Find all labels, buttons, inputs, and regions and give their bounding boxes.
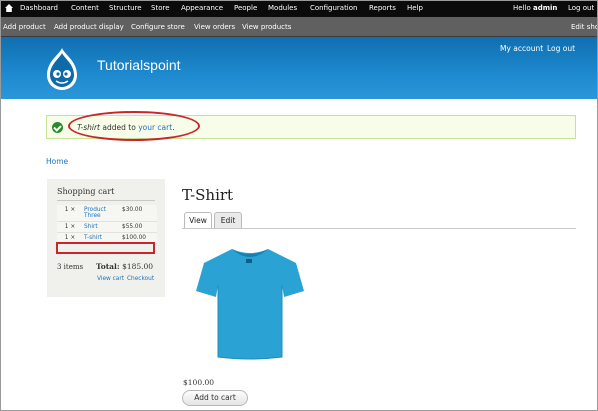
product-price: $100.00 [183,378,215,387]
site-header: Tutorialspoint My account Log out [0,37,598,99]
menu-reports[interactable]: Reports [369,4,396,12]
cart-price: $55.00 [121,221,157,233]
site-name[interactable]: Tutorialspoint [97,57,181,73]
cart-total-value: $185.00 [122,262,154,271]
shopping-cart-block: Shopping cart 1 × Product Three $30.00 1 … [47,179,165,297]
cart-row: 1 × Product Three $30.00 [57,205,157,222]
cart-qty: 1 × [57,205,83,222]
drupal-logo-icon[interactable] [44,47,80,91]
cart-item-link[interactable]: Shirt [83,221,121,233]
shortcut-add-product-display[interactable]: Add product display [54,23,124,31]
breadcrumb-home[interactable]: Home [46,157,68,166]
menu-modules[interactable]: Modules [268,4,297,12]
menu-help[interactable]: Help [407,4,423,12]
toolbar-logout-link[interactable]: Log out [568,4,594,12]
page-title: T-Shirt [182,186,234,204]
header-logout-link[interactable]: Log out [547,44,575,53]
shortcut-add-product[interactable]: Add product [3,23,46,31]
checkout-link[interactable]: Checkout [127,276,154,282]
shortcuts-bar: Add product Add product display Configur… [0,17,598,37]
cart-price: $30.00 [121,205,157,222]
cart-table: 1 × Product Three $30.00 1 × Shirt $55.00… [57,205,157,244]
divider [57,200,155,201]
highlight-box [56,242,155,254]
cart-total: Total: $185.00 [96,262,153,271]
menu-structure[interactable]: Structure [109,4,142,12]
view-cart-link[interactable]: View cart [97,276,124,282]
cart-title: Shopping cart [57,187,115,196]
menu-dashboard[interactable]: Dashboard [20,4,58,12]
cart-item-link[interactable]: Product Three [83,205,121,222]
add-to-cart-button[interactable]: Add to cart [182,390,248,406]
tab-edit[interactable]: Edit [214,212,242,229]
cart-item-title-line2[interactable]: Three [84,213,101,219]
highlight-oval [68,111,200,141]
menu-content[interactable]: Content [71,4,99,12]
cart-row: 1 × Shirt $55.00 [57,221,157,233]
menu-appearance[interactable]: Appearance [181,4,223,12]
username[interactable]: admin [533,4,557,12]
cart-total-label: Total: [96,262,120,271]
greeting-prefix: Hello [513,4,531,12]
check-icon [52,122,63,133]
shortcut-configure-store[interactable]: Configure store [131,23,185,31]
tabs-divider [182,228,576,229]
menu-configuration[interactable]: Configuration [310,4,357,12]
user-greeting: Hello admin [513,4,557,12]
shortcut-view-products[interactable]: View products [242,23,291,31]
home-icon[interactable] [4,3,14,13]
admin-toolbar: Dashboard Content Structure Store Appear… [0,0,598,17]
status-message: T-shirt added to your cart. [46,111,576,141]
edit-shortcuts-link[interactable]: Edit shortcuts [571,23,598,31]
menu-people[interactable]: People [234,4,257,12]
tab-view[interactable]: View [184,212,212,229]
cart-item-count: 3 items [57,263,84,271]
shortcut-view-orders[interactable]: View orders [194,23,235,31]
cart-qty: 1 × [57,221,83,233]
menu-store[interactable]: Store [151,4,170,12]
tshirt-product-image [196,249,304,360]
my-account-link[interactable]: My account [500,44,543,53]
